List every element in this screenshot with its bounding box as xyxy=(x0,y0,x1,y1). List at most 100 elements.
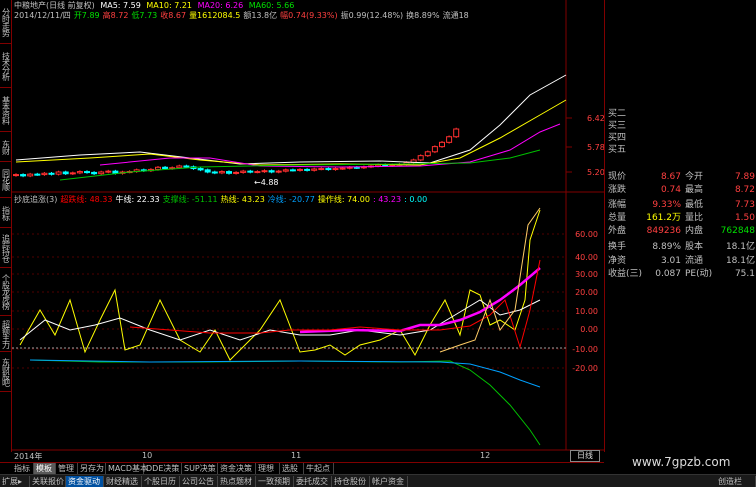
quote-value: 8.89% xyxy=(652,242,681,252)
left-tab-6[interactable]: 追踪持仓 xyxy=(0,228,12,268)
chart-area[interactable]: 6.42 5.78 5.20 60.00 40.00 30.00 20.00 10.00 0.0… xyxy=(0,0,604,462)
price-tick-label: 5.20 xyxy=(587,168,604,177)
candle-body xyxy=(424,151,431,157)
indicator-value: 超跌线: 48.33 xyxy=(60,195,113,204)
ma60-label: MA60: 5.66 xyxy=(248,1,295,10)
function-tab[interactable]: 帐户资金 xyxy=(370,476,408,487)
quote-label: 今开 xyxy=(685,172,704,182)
bar-info-field: 幅0.74(9.33%) xyxy=(280,11,338,20)
quote-value: 18.1亿 xyxy=(725,256,755,266)
bar-info-field: 收8.67 xyxy=(160,11,187,20)
order-book-row: 买五 xyxy=(605,145,756,156)
quote-label: PE(动) xyxy=(685,269,713,279)
candle-body xyxy=(162,166,169,170)
function-tab[interactable]: 扩展▸ xyxy=(0,476,30,487)
function-tab[interactable]: 委托成交 xyxy=(294,476,332,487)
ma5-label: MA5: 7.59 xyxy=(100,1,141,10)
function-tab[interactable]: 关联报价 xyxy=(30,476,66,487)
function-tab[interactable]: 公司公告 xyxy=(180,476,218,487)
candle-body xyxy=(304,168,311,171)
quote-label: 最高 xyxy=(685,185,704,195)
left-tab-5[interactable]: 指标 xyxy=(0,198,12,228)
candle-body xyxy=(27,173,34,177)
candle-body xyxy=(55,171,62,175)
candle-body xyxy=(353,166,360,169)
price-tick-label: 5.78 xyxy=(587,143,604,152)
quote-value: 0.087 xyxy=(655,269,681,279)
indicator-name[interactable]: 抄底追涨(3) xyxy=(14,195,57,204)
function-tab[interactable]: 资金驱动 xyxy=(66,476,104,487)
left-tab-3[interactable]: 东财 xyxy=(0,132,12,162)
quote-row: 净资 3.01 流通 18.1亿 xyxy=(605,255,756,267)
bar-info-field: 量1612084.5 xyxy=(189,11,241,20)
quote-row: 现价 8.67 今开 7.89 xyxy=(605,171,756,183)
quote-row: 外盘 849236 内盘 762848 xyxy=(605,225,756,237)
candle-body xyxy=(76,171,83,174)
candle-body xyxy=(311,168,318,171)
ma10-line xyxy=(15,99,567,166)
quote-value: 9.33% xyxy=(652,200,681,210)
quote-value: 0.74 xyxy=(660,185,681,195)
candle-body xyxy=(439,141,445,148)
function-tab[interactable]: 财经精选 xyxy=(104,476,142,487)
bar-info-field: 低7.73 xyxy=(131,11,158,20)
order-book-row: 买三 xyxy=(605,121,756,132)
price-chart-header: 中粮地产(日线 前复权) MA5: 7.59 MA10: 7.21 MA20: … xyxy=(14,1,297,10)
candle-body xyxy=(155,166,161,170)
candle-body xyxy=(69,172,76,175)
quote-label: 股本 xyxy=(685,242,704,252)
bottom-right-label[interactable]: 创造栏 xyxy=(716,476,756,487)
quote-label: 量比 xyxy=(685,213,704,223)
ma10-label: MA10: 7.21 xyxy=(146,1,193,10)
order-book-row: 买二 xyxy=(605,109,756,120)
left-tab-1[interactable]: 技术分析 xyxy=(0,44,12,88)
left-tab-9[interactable]: 东财股吧 xyxy=(0,352,12,392)
function-tab[interactable]: 个股日历 xyxy=(142,476,180,487)
left-tab-8[interactable]: 超额主力 xyxy=(0,316,12,352)
quote-label: 净资 xyxy=(608,256,627,266)
quote-label: 最低 xyxy=(685,200,704,210)
candle-body xyxy=(453,128,460,138)
quote-value: 3.01 xyxy=(660,256,681,266)
candle-body xyxy=(233,171,240,174)
stock-name[interactable]: 中粮地产(日线 前复权) xyxy=(14,1,95,10)
period-selector[interactable]: 日线 xyxy=(570,450,600,462)
candle-body xyxy=(48,172,55,175)
quote-label: 涨幅 xyxy=(608,200,627,210)
candle-body xyxy=(261,170,268,173)
indicator-value: : 43.23 xyxy=(372,195,402,204)
indicator-tick-label: -20.00 xyxy=(572,364,598,373)
order-book-row: 买四 xyxy=(605,133,756,144)
indicator-tick-label: 40.00 xyxy=(575,253,598,262)
function-tab[interactable]: 一致预期 xyxy=(256,476,294,487)
quote-panel: 买二 买三 买四 买五 现价 8.67 今开 7.89 涨跌 0.74 最高 8.72 涨幅 9.33% 最… xyxy=(604,0,756,452)
candle-body xyxy=(211,171,218,174)
function-tab-bar: 扩展▸ 关联报价 资金驱动 财经精选 个股日历 公司公告 热点题材 一致预期 委托成交 持仓股份帐… xyxy=(0,474,756,487)
indicator-tab-bar: 指标 模板 管理 另存为 MACD基本 DDE决策 SUP决策 资金决策 理想 选股 牛起点 xyxy=(0,462,604,475)
left-tab-0[interactable]: 分时走势 xyxy=(0,0,12,44)
indicator-value: 牛线: 22.33 xyxy=(115,195,160,204)
quote-value: 18.1亿 xyxy=(725,242,755,252)
indicator-tick-label: 0.00 xyxy=(580,325,598,334)
quote-value: 7.73 xyxy=(734,200,755,210)
candle-body xyxy=(247,170,254,173)
function-tab[interactable]: 持仓股份 xyxy=(332,476,370,487)
cold-line xyxy=(29,359,541,388)
indicator-header: 抄底追涨(3) 超跌线: 48.33 牛线: 22.33 支撑线: -51.11 热线:… xyxy=(14,195,430,204)
low-price-marker: ←4.88 xyxy=(254,178,279,187)
quote-value: 161.2万 xyxy=(646,213,681,223)
left-tab-2[interactable]: 基本资料 xyxy=(0,88,12,132)
left-vertical-tabs: 分时走势 技术分析 基本资料 东财 同花顺 指标 追踪持仓 个股龙虎榜 超额主力 东财股吧 xyxy=(0,0,12,452)
indicator-value: 操作线: 74.00 xyxy=(317,195,370,204)
quote-row: 总量 161.2万 量比 1.50 xyxy=(605,212,756,224)
function-tab[interactable]: 热点题材 xyxy=(218,476,256,487)
trading-app: 6.42 5.78 5.20 60.00 40.00 30.00 20.00 10.00 0.0… xyxy=(0,0,756,487)
left-tab-4[interactable]: 同花顺 xyxy=(0,162,12,198)
hot-line xyxy=(19,209,541,361)
quote-value: 8.67 xyxy=(660,172,681,182)
left-tab-7[interactable]: 个股龙虎榜 xyxy=(0,268,12,316)
candle-body xyxy=(226,171,232,174)
indicator-value: 热线: 43.23 xyxy=(220,195,265,204)
candle-body xyxy=(105,170,112,173)
candle-body xyxy=(289,169,296,172)
